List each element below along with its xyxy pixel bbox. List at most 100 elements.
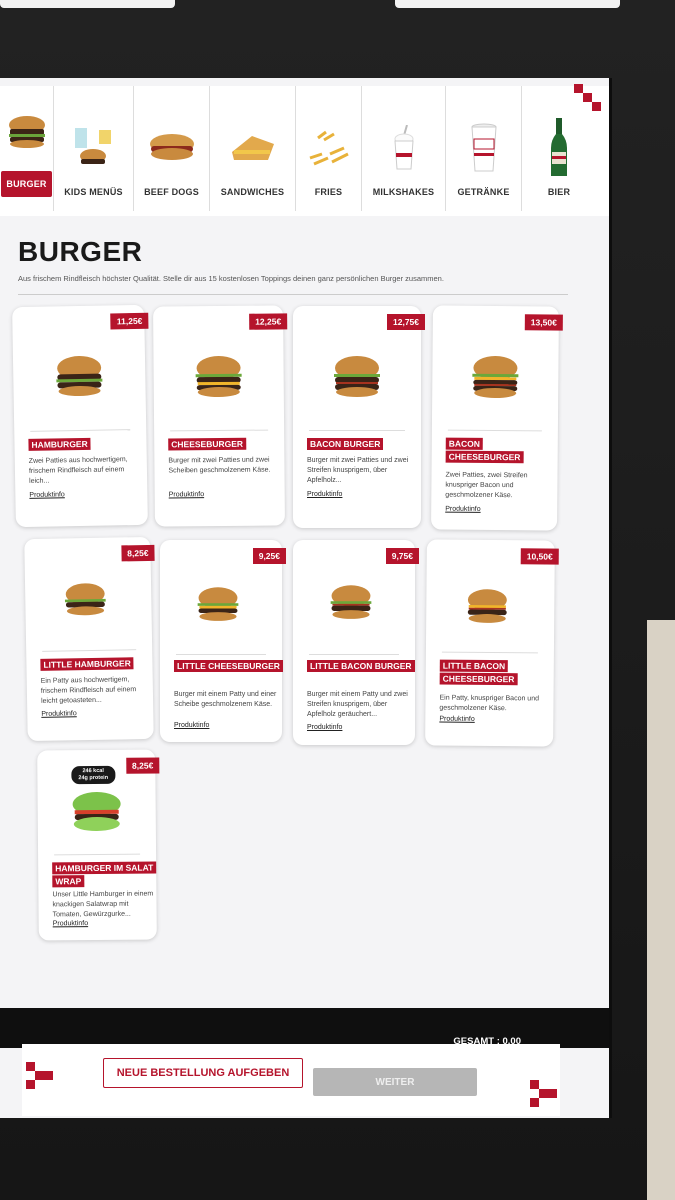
card-divider (54, 853, 141, 856)
product-info-link[interactable]: Produktinfo (307, 491, 342, 498)
product-description: Burger mit einem Patty und einer Scheibe… (174, 691, 277, 708)
new-order-button[interactable]: NEUE BESTELLUNG AUFGEBEN (103, 1058, 303, 1088)
product-info-link[interactable]: Produktinfo (174, 722, 209, 729)
price-tag: 10,50€ (520, 548, 559, 565)
product-card-little-cheeseburger[interactable]: 9,25€ LITTLE CHEESEBURGER Burger mit ein… (160, 540, 286, 742)
category-bar: BURGER KIDS MENÜS BEEF DOGS SANDWICHES F… (0, 86, 609, 216)
burger-image (53, 350, 106, 403)
category-kids-menus[interactable]: KIDS MENÜS (54, 86, 134, 211)
product-card-hamburger[interactable]: 11,25€ HAMBURGER Zwei Patties aus hochwe… (12, 304, 149, 528)
product-info-link[interactable]: Produktinfo (445, 506, 480, 513)
price-tag: 8,25€ (121, 544, 155, 562)
price-tag: 9,25€ (252, 548, 286, 564)
checker-decoration (530, 1080, 557, 1107)
burger-image (464, 584, 516, 636)
drink-cup-icon (459, 123, 509, 172)
product-description: Burger mit zwei Patties und zwei Streife… (307, 457, 409, 484)
divider (18, 294, 568, 295)
product-info-link[interactable]: Produktinfo (29, 491, 65, 499)
card-divider (441, 651, 538, 654)
product-name: BACON CHEESEBURGER (445, 437, 556, 465)
card-divider (30, 429, 131, 432)
product-card-little-hamburger[interactable]: 8,25€ LITTLE HAMBURGER Ein Patty aus hoc… (24, 536, 155, 742)
category-label: BURGER (1, 171, 52, 197)
burger-icon (2, 109, 52, 155)
product-name: LITTLE BACON BURGER (307, 660, 417, 673)
kiosk-bezel: BURGER KIDS MENÜS BEEF DOGS SANDWICHES F… (0, 0, 675, 1200)
product-description: Ein Patty aus hochwertigem, frischem Rin… (40, 676, 137, 705)
product-name: CHEESEBURGER (168, 437, 278, 451)
burger-image (328, 580, 380, 632)
price-tag: 13,50€ (524, 314, 563, 331)
hotdog-icon (147, 125, 197, 171)
kiosk-screen: BURGER KIDS MENÜS BEEF DOGS SANDWICHES F… (0, 78, 612, 1118)
product-card-hamburger-salat-wrap[interactable]: 8,25€ 246 kcal 24g protein HAMBURGER IM … (37, 749, 160, 941)
next-button[interactable]: WEITER (313, 1068, 477, 1096)
product-description: Unser Little Hamburger in einem knackige… (52, 890, 154, 919)
card-divider (170, 429, 269, 432)
price-tag: 9,75€ (385, 548, 419, 564)
product-info-link[interactable]: Produktinfo (53, 920, 88, 927)
ceiling-light (0, 0, 175, 8)
nutrition-badge: 246 kcal 24g protein (71, 765, 116, 785)
product-card-little-bacon-cheeseburger[interactable]: 10,50€ LITTLE BACON CHEESEBURGER Ein Pat… (425, 539, 559, 747)
category-sandwiches[interactable]: SANDWICHES (210, 86, 296, 211)
milkshake-icon (379, 125, 429, 171)
product-info-link[interactable]: Produktinfo (439, 716, 474, 723)
page-subtitle: Aus frischem Rindfleisch höchster Qualit… (18, 274, 444, 283)
category-burger[interactable]: BURGER (0, 86, 54, 211)
product-name: HAMBURGER IM SALAT WRAP (52, 861, 162, 888)
product-name: LITTLE BACON CHEESEBURGER (439, 659, 550, 687)
product-description: Ein Patty, knuspriger Bacon und geschmol… (439, 694, 540, 713)
product-description: Burger mit zwei Patties und zwei Scheibe… (168, 456, 271, 475)
fries-icon (304, 125, 354, 171)
background-wall (647, 620, 675, 1200)
product-description: Zwei Patties aus hochwertigem, frischem … (28, 456, 128, 485)
beer-bottle-icon (534, 118, 584, 176)
category-label: BEEF DOGS (144, 187, 199, 197)
card-divider (447, 429, 542, 432)
price-tag: 8,25€ (125, 757, 160, 774)
category-label: GETRÄNKE (457, 187, 510, 197)
category-label: SANDWICHES (220, 187, 285, 197)
price-tag: 12,25€ (249, 313, 288, 330)
price-tag: 11,25€ (110, 312, 149, 330)
burger-image (469, 350, 521, 402)
sandwich-icon (228, 125, 278, 171)
product-card-little-bacon-burger[interactable]: 9,75€ LITTLE BACON BURGER Burger mit ein… (293, 540, 419, 745)
product-info-link[interactable]: Produktinfo (169, 491, 204, 498)
product-name: LITTLE CHEESEBURGER (174, 660, 284, 673)
category-label: KIDS MENÜS (64, 187, 123, 197)
category-getraenke[interactable]: GETRÄNKE (446, 86, 522, 211)
category-label: MILKSHAKES (372, 187, 435, 197)
lettuce-wrap-image (70, 784, 122, 836)
checker-decoration (574, 84, 601, 111)
card-divider (309, 430, 405, 431)
product-card-bacon-cheeseburger[interactable]: 13,50€ BACON CHEESEBURGER Zwei Patties, … (431, 305, 563, 531)
product-card-bacon-burger[interactable]: 12,75€ BACON BURGER Burger mit zwei Patt… (293, 306, 425, 528)
product-description: Zwei Patties, zwei Streifen knuspriger B… (445, 471, 528, 500)
product-name: LITTLE HAMBURGER (40, 657, 150, 672)
burger-image (331, 350, 383, 402)
product-name: BACON BURGER (307, 438, 417, 451)
card-divider (42, 649, 137, 652)
category-beef-dogs[interactable]: BEEF DOGS (134, 86, 210, 211)
checker-decoration (26, 1062, 53, 1089)
category-milkshakes[interactable]: MILKSHAKES (362, 86, 446, 211)
product-description: Burger mit einem Patty und zwei Streifen… (307, 691, 408, 718)
product-name: HAMBURGER (28, 437, 138, 452)
price-tag: 12,75€ (387, 314, 425, 330)
category-fries[interactable]: FRIES (296, 86, 362, 211)
burger-image (62, 578, 115, 631)
kids-menu-icon (69, 125, 119, 171)
card-divider (309, 654, 399, 655)
card-divider (176, 654, 266, 655)
product-card-cheeseburger[interactable]: 12,25€ CHEESEBURGER Burger mit zwei Patt… (153, 305, 288, 527)
category-label: BIER (547, 187, 571, 197)
product-info-link[interactable]: Produktinfo (41, 710, 77, 718)
category-label: FRIES (314, 187, 343, 197)
product-info-link[interactable]: Produktinfo (307, 724, 342, 731)
burger-image (195, 582, 247, 634)
page-title: BURGER (18, 236, 143, 267)
ceiling-light (395, 0, 620, 8)
